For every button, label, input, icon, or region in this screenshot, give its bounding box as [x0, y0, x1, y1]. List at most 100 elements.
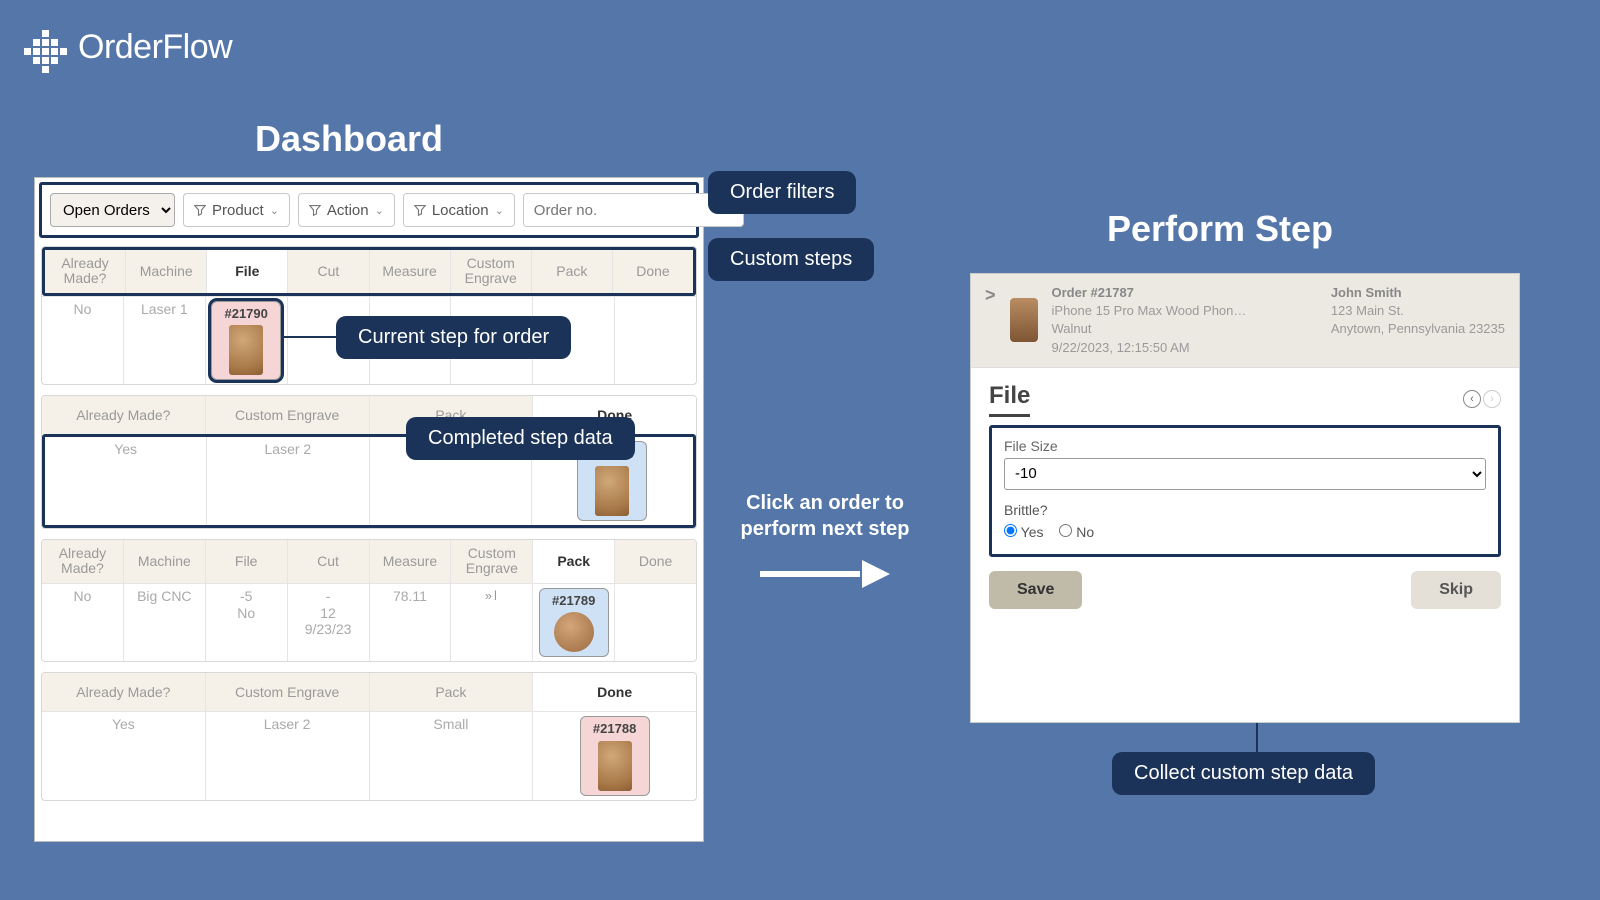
- filesize-label: File Size: [1004, 438, 1486, 454]
- step-data-cell: 78.11: [370, 584, 452, 662]
- step-header-row: Already Made?Custom EngravePackDone: [42, 673, 696, 711]
- step-data-cell: #21789: [533, 584, 615, 662]
- product-thumbnail-icon: [554, 612, 594, 652]
- perform-section-title: Perform Step: [970, 208, 1470, 250]
- product-thumbnail-icon: [595, 466, 629, 516]
- step-data-cell: Big CNC: [124, 584, 206, 662]
- order-chip-id: #21788: [593, 721, 636, 737]
- step-header-cell[interactable]: Custom Engrave: [451, 540, 533, 583]
- step-header-cell[interactable]: Pack: [532, 250, 613, 293]
- save-button[interactable]: Save: [989, 571, 1082, 609]
- funnel-icon: [309, 204, 321, 216]
- order-number: Order #21787: [1052, 284, 1247, 302]
- brand-name: OrderFlow: [78, 28, 232, 67]
- product-name: iPhone 15 Pro Max Wood Phon…: [1052, 302, 1247, 320]
- step-data-cell: Laser 1: [124, 297, 206, 385]
- dashboard-panel: Open Orders Product⌄ Action⌄ Location⌄ A…: [34, 177, 704, 842]
- step-data-cell: #21788: [533, 712, 696, 800]
- brittle-no-radio[interactable]: No: [1059, 524, 1094, 540]
- chevron-down-icon: ⌄: [495, 204, 504, 217]
- step-next-button[interactable]: ›: [1483, 390, 1501, 408]
- order-lane: Already Made?Custom EngravePackDoneYesLa…: [41, 672, 697, 801]
- step-header-cell[interactable]: Machine: [124, 540, 206, 583]
- step-header-cell[interactable]: Cut: [288, 250, 369, 293]
- customer-name: John Smith: [1331, 284, 1505, 302]
- step-header-cell[interactable]: Already Made?: [42, 396, 206, 434]
- skip-button[interactable]: Skip: [1411, 571, 1501, 609]
- order-header: > Order #21787 iPhone 15 Pro Max Wood Ph…: [971, 274, 1519, 368]
- step-data-cell: -129/23/23: [288, 584, 370, 662]
- step-data-cell: Yes: [45, 437, 207, 525]
- order-chip[interactable]: #21788: [580, 716, 650, 796]
- order-meta: Order #21787 iPhone 15 Pro Max Wood Phon…: [1052, 284, 1247, 357]
- callout-connector-line: [282, 336, 336, 338]
- callout-completed-step: Completed step data: [406, 417, 635, 460]
- back-button[interactable]: >: [985, 284, 996, 304]
- chevron-down-icon: ⌄: [270, 204, 279, 217]
- product-variant: Walnut: [1052, 320, 1247, 338]
- funnel-icon: [194, 204, 206, 216]
- step-header-row: Already Made?MachineFileCutMeasureCustom…: [42, 247, 696, 296]
- step-header-cell[interactable]: Cut: [288, 540, 370, 583]
- step-header-cell[interactable]: Pack: [533, 540, 615, 583]
- step-data-row: NoBig CNC-5No-129/23/2378.11»l#21789: [42, 583, 696, 662]
- step-data-cell: Small: [370, 712, 534, 800]
- callout-order-filters: Order filters: [708, 171, 856, 214]
- engrave-icon: »l: [485, 588, 499, 604]
- perform-step-panel: > Order #21787 iPhone 15 Pro Max Wood Ph…: [970, 273, 1520, 723]
- order-scope-select[interactable]: Open Orders: [50, 193, 175, 227]
- callout-collect-custom-data: Collect custom step data: [1112, 752, 1375, 795]
- step-header-cell[interactable]: File: [206, 540, 288, 583]
- step-data-cell: [615, 297, 696, 385]
- step-header-cell[interactable]: Done: [615, 540, 696, 583]
- brittle-yes-radio[interactable]: Yes: [1004, 524, 1043, 540]
- order-lane: Already Made?Custom EngravePackDoneYesLa…: [41, 395, 697, 529]
- order-chip[interactable]: #21790: [211, 301, 281, 381]
- step-data-cell: Yes: [42, 712, 206, 800]
- step-data-row: YesLaser 2Small #21788: [42, 711, 696, 800]
- step-header-cell[interactable]: Already Made?: [42, 540, 124, 583]
- step-header-cell[interactable]: Done: [613, 250, 693, 293]
- step-header-cell[interactable]: Measure: [370, 540, 452, 583]
- filesize-select[interactable]: -10: [1004, 458, 1486, 490]
- step-prev-button[interactable]: ‹: [1463, 390, 1481, 408]
- order-timestamp: 9/22/2023, 12:15:50 AM: [1052, 339, 1247, 357]
- step-data-cell: Laser 2: [206, 712, 370, 800]
- brand-glyph-icon: [28, 30, 64, 66]
- funnel-icon: [414, 204, 426, 216]
- step-header-cell[interactable]: Done: [533, 673, 696, 711]
- step-header-row: Already Made?MachineFileCutMeasureCustom…: [42, 540, 696, 583]
- step-form: File Size -10 Brittle? Yes No: [989, 425, 1501, 557]
- step-data-cell: Laser 2: [207, 437, 369, 525]
- step-header-cell[interactable]: Measure: [370, 250, 451, 293]
- step-header-cell[interactable]: Machine: [126, 250, 207, 293]
- step-header-cell[interactable]: File: [207, 250, 288, 293]
- customer-address-2: Anytown, Pennsylvania 23235: [1331, 320, 1505, 338]
- step-data-cell: -5No: [206, 584, 288, 662]
- filter-action-button[interactable]: Action⌄: [298, 193, 395, 227]
- brittle-label: Brittle?: [1004, 502, 1486, 518]
- step-header-cell[interactable]: Custom Engrave: [206, 673, 370, 711]
- order-filters-row: Open Orders Product⌄ Action⌄ Location⌄: [39, 182, 699, 238]
- step-header-cell[interactable]: Already Made?: [45, 250, 126, 293]
- step-header-cell[interactable]: Pack: [370, 673, 534, 711]
- step-name-heading: File: [989, 382, 1030, 417]
- product-thumbnail-icon: [229, 325, 263, 375]
- order-chip-id: #21790: [224, 306, 267, 322]
- step-header-cell[interactable]: Already Made?: [42, 673, 206, 711]
- customer-meta: John Smith 123 Main St. Anytown, Pennsyl…: [1331, 284, 1505, 339]
- step-nav: ‹ ›: [1463, 390, 1501, 408]
- dashboard-section-title: Dashboard: [34, 118, 664, 160]
- step-header-cell[interactable]: Custom Engrave: [451, 250, 532, 293]
- order-lane: Already Made?MachineFileCutMeasureCustom…: [41, 539, 697, 662]
- step-header-cell[interactable]: Custom Engrave: [206, 396, 370, 434]
- instruction-caption: Click an order to perform next step: [730, 490, 920, 542]
- step-data-cell: »l: [451, 584, 533, 662]
- filter-product-button[interactable]: Product⌄: [183, 193, 290, 227]
- callout-custom-steps: Custom steps: [708, 238, 874, 281]
- customer-address-1: 123 Main St.: [1331, 302, 1505, 320]
- order-chip[interactable]: #21789: [539, 588, 609, 658]
- filter-location-button[interactable]: Location⌄: [403, 193, 515, 227]
- chevron-down-icon: ⌄: [375, 204, 384, 217]
- brand-logo: OrderFlow: [28, 28, 232, 67]
